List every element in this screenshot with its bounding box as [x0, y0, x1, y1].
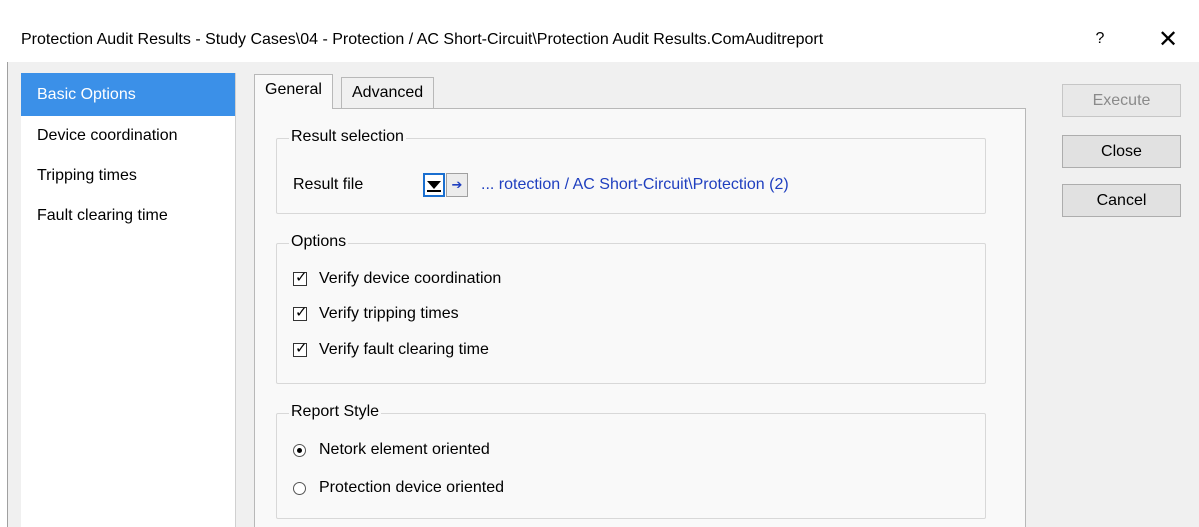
- checkbox-box: ✓: [293, 304, 308, 321]
- execute-button[interactable]: Execute: [1062, 84, 1181, 117]
- nav-item-device-coordination[interactable]: Device coordination: [21, 116, 235, 156]
- checkbox-box: ✓: [293, 269, 308, 286]
- check-icon: ✓: [295, 304, 308, 321]
- radio-circle: [293, 481, 306, 495]
- verify-tripping-times-checkbox[interactable]: ✓ Verify tripping times: [293, 303, 459, 325]
- nav-item-basic-options[interactable]: Basic Options: [21, 73, 235, 116]
- dropdown-triangle-icon: [427, 181, 441, 189]
- verify-fault-clearing-time-checkbox[interactable]: ✓ Verify fault clearing time: [293, 339, 489, 361]
- radio-circle: [293, 443, 306, 457]
- checkbox-label: Verify fault clearing time: [319, 341, 489, 358]
- options-legend: Options: [289, 233, 349, 251]
- result-selection-legend: Result selection: [289, 128, 406, 146]
- dropdown-line-icon: [427, 190, 441, 192]
- close-window-icon[interactable]: ✕: [1151, 23, 1185, 57]
- options-nav-list: Basic Options Device coordination Trippi…: [21, 73, 236, 527]
- radio-label: Netork element oriented: [319, 441, 490, 458]
- verify-device-coordination-checkbox[interactable]: ✓ Verify device coordination: [293, 268, 501, 290]
- nav-item-fault-clearing-time[interactable]: Fault clearing time: [21, 196, 235, 236]
- title-bar: Protection Audit Results - Study Cases\0…: [0, 0, 1199, 62]
- radio-label: Protection device oriented: [319, 479, 504, 496]
- options-group: Options ✓ Verify device coordination ✓ V…: [276, 233, 986, 384]
- result-file-link[interactable]: ... rotection / AC Short-Circuit\Protect…: [481, 176, 789, 194]
- cancel-button[interactable]: Cancel: [1062, 184, 1181, 217]
- tab-general[interactable]: General: [254, 74, 333, 109]
- window-title: Protection Audit Results - Study Cases\0…: [21, 31, 824, 48]
- report-style-legend: Report Style: [289, 403, 382, 421]
- radio-dot-icon: [297, 447, 302, 453]
- report-style-group: Report Style Netork element oriented Pro…: [276, 403, 986, 519]
- result-file-dropdown-button[interactable]: [423, 173, 445, 197]
- close-button[interactable]: Close: [1062, 135, 1181, 168]
- result-selection-group: Result selection Result file ➔ ... rotec…: [276, 128, 986, 214]
- tab-panel-general: Result selection Result file ➔ ... rotec…: [254, 108, 1026, 527]
- checkbox-label: Verify device coordination: [319, 270, 502, 287]
- checkbox-label: Verify tripping times: [319, 305, 459, 322]
- protection-device-oriented-radio[interactable]: Protection device oriented: [293, 477, 504, 499]
- checkbox-box: ✓: [293, 340, 308, 357]
- jump-to-arrow-icon[interactable]: ➔: [446, 173, 468, 197]
- help-button[interactable]: ?: [1085, 24, 1115, 54]
- check-icon: ✓: [295, 269, 308, 286]
- tab-advanced[interactable]: Advanced: [341, 77, 435, 109]
- nav-item-tripping-times[interactable]: Tripping times: [21, 156, 235, 196]
- network-element-oriented-radio[interactable]: Netork element oriented: [293, 439, 490, 461]
- check-icon: ✓: [295, 340, 308, 357]
- result-file-label: Result file: [293, 176, 364, 193]
